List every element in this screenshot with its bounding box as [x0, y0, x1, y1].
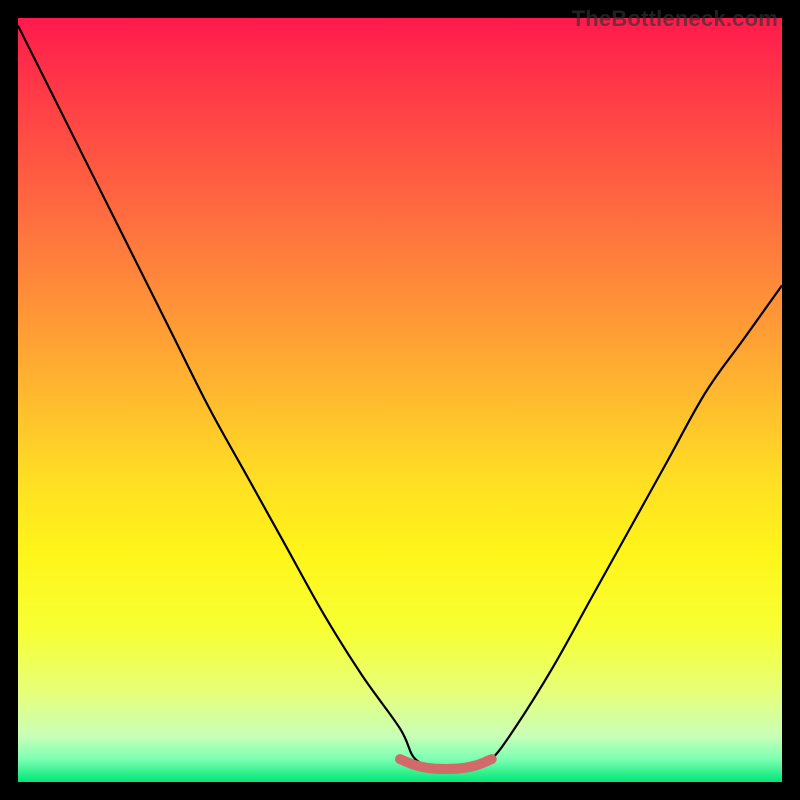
optimal-range	[400, 759, 492, 769]
chart-frame: TheBottleneck.com	[0, 0, 800, 800]
chart-svg	[0, 0, 800, 800]
bottleneck-curve	[18, 26, 782, 768]
